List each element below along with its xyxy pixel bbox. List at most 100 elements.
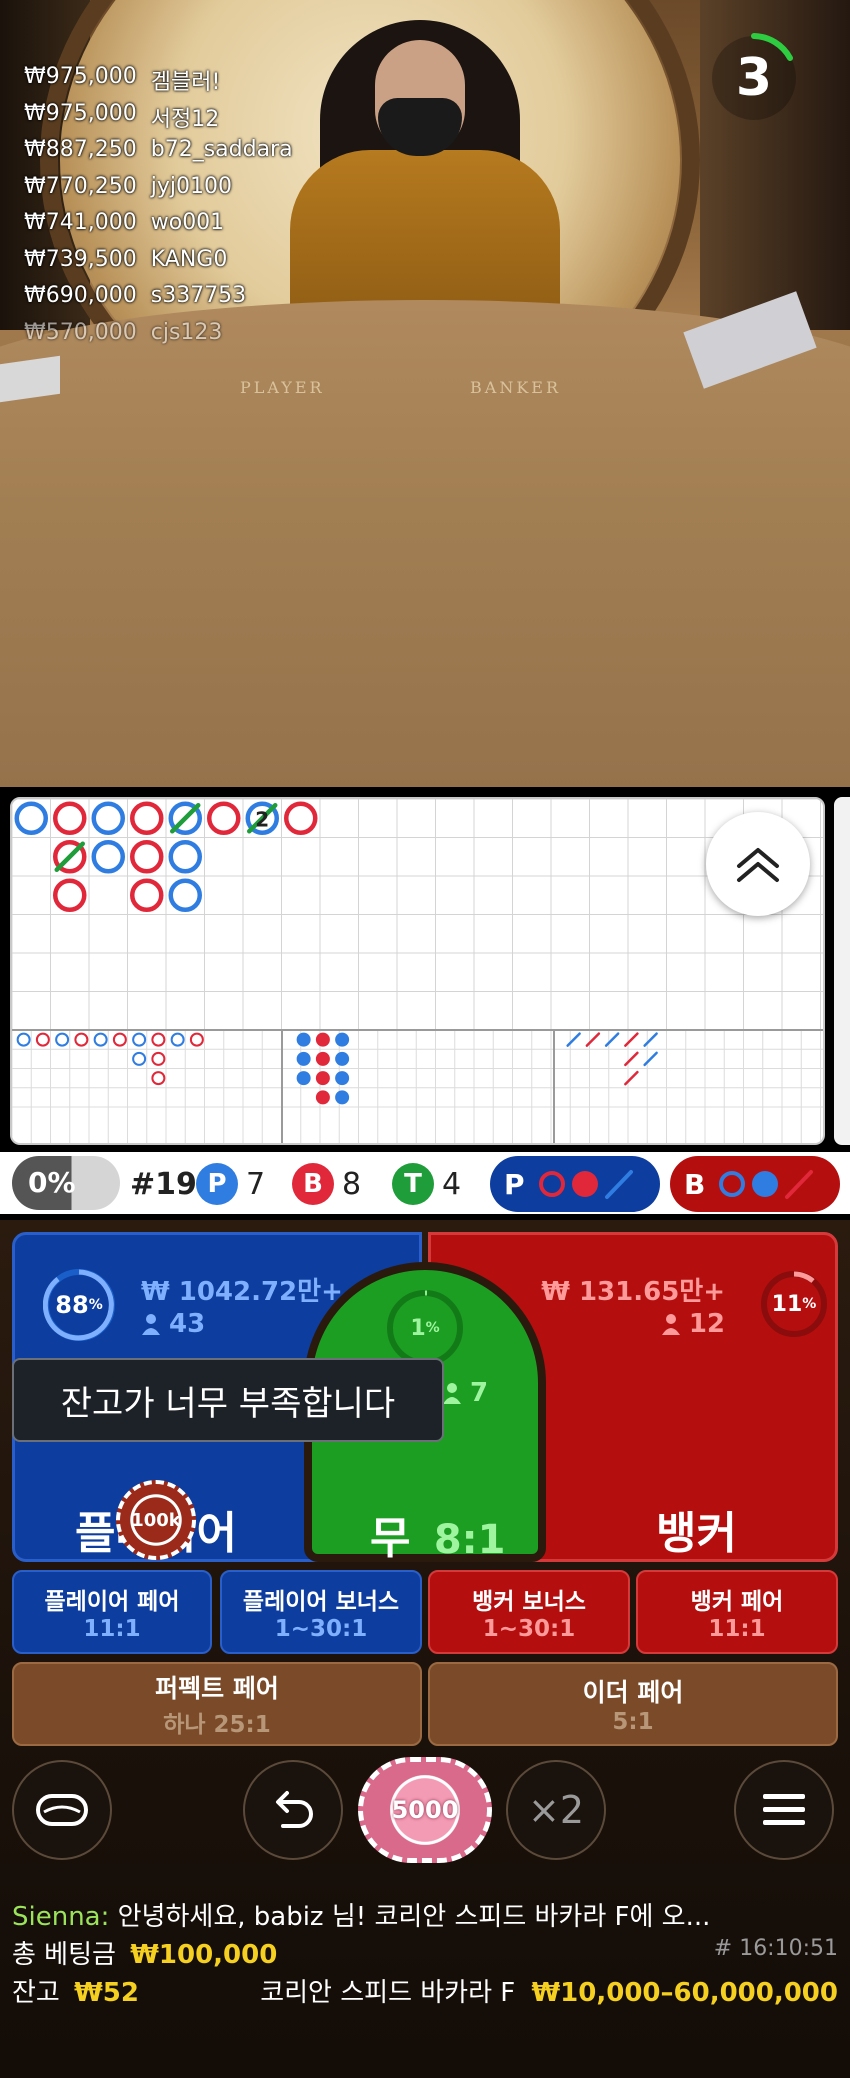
player-count-stat: P 7 — [196, 1162, 265, 1206]
banker-mark — [53, 801, 87, 835]
predict-icons — [719, 1170, 814, 1199]
person-icon — [443, 1383, 461, 1404]
winner-row: ₩739,500 KANG0 — [24, 246, 228, 272]
roadmap-grid: 2 — [12, 799, 823, 1143]
player-mark — [91, 840, 125, 874]
player-bettors: 43 — [141, 1309, 205, 1339]
expand-roadmap-button[interactable] — [706, 812, 810, 916]
total-bet: 총 베팅금 ₩100,000 — [12, 1940, 278, 1970]
percent-arc-icon — [424, 1290, 428, 1296]
big-eye-mark — [132, 1032, 147, 1047]
table-label-player: PLAYER — [240, 378, 325, 397]
player-count: 7 — [246, 1166, 266, 1202]
roadmap-next-panel[interactable] — [834, 797, 850, 1145]
tie-count-stat: T 4 — [392, 1162, 461, 1206]
total-bet-value: ₩100,000 — [130, 1940, 278, 1970]
big-eye-mark — [93, 1032, 108, 1047]
player-predict-button[interactable]: P — [490, 1156, 660, 1212]
countdown-number: 3 — [735, 48, 773, 108]
chat-message: 안녕하세요, babiz 님! 코리안 스피드 바카라 F에 오... — [117, 1902, 711, 1932]
banker-mark — [130, 840, 164, 874]
percent-arc-icon — [43, 1269, 114, 1341]
table-info: 코리안 스피드 바카라 F ₩10,000–60,000,000 — [260, 1972, 838, 2009]
balance-value: ₩52 — [74, 1978, 139, 2008]
banker-mark — [130, 878, 164, 912]
big-eye-mark — [112, 1032, 127, 1047]
small-road-mark — [296, 1051, 311, 1066]
winner-row: ₩887,250 b72_saddara — [24, 137, 293, 162]
big-eye-mark — [16, 1032, 31, 1047]
placed-chip[interactable]: 100k — [116, 1480, 196, 1560]
cockroach-mark — [624, 1070, 639, 1086]
winner-row: ₩975,000 겜블러! — [24, 64, 221, 95]
countdown-timer: 3 — [706, 30, 802, 126]
player-bonus-bet[interactable]: 플레이어 보너스 1~30:1 — [220, 1570, 422, 1654]
big-eye-mark — [170, 1032, 185, 1047]
win-percentage-toggle[interactable]: 0% — [12, 1156, 120, 1210]
person-icon — [661, 1314, 680, 1335]
banker-count-stat: B 8 — [292, 1162, 361, 1206]
balance: 잔고 ₩52 — [12, 1978, 139, 2008]
table-label-banker: BANKER — [470, 378, 561, 397]
banker-total-bet: ₩ 131.65만+ — [541, 1277, 725, 1307]
bet-limits: ₩10,000–60,000,000 — [531, 1978, 839, 2008]
live-video: PLAYER BANKER ₩975,000 겜블러! ₩975,000 서정12 … — [0, 0, 850, 787]
small-road-mark — [315, 1032, 330, 1047]
player-mark — [168, 878, 202, 912]
percent-arc-icon — [793, 1271, 815, 1284]
chip-selector[interactable]: 5000 — [358, 1757, 492, 1863]
tie-label: 무 8:1 — [370, 1513, 506, 1564]
table-icon — [36, 1794, 88, 1826]
small-road-mark — [335, 1090, 350, 1105]
small-road-mark — [335, 1051, 350, 1066]
lobby-button[interactable] — [12, 1760, 112, 1860]
double-button[interactable]: ×2 — [506, 1760, 606, 1860]
tie-count: 4 — [442, 1166, 462, 1202]
small-road-mark — [296, 1032, 311, 1047]
banker-predict-label: B — [684, 1167, 706, 1201]
big-eye-mark — [35, 1032, 50, 1047]
double-chevron-up-icon — [737, 848, 779, 882]
cockroach-mark — [643, 1051, 658, 1067]
player-mark — [168, 840, 202, 874]
menu-button[interactable] — [734, 1760, 834, 1860]
either-pair-bet[interactable]: 이더 페어 5:1 — [428, 1662, 838, 1746]
tie-bettors: 7 — [442, 1378, 488, 1408]
winners-list: ₩975,000 겜블러! ₩975,000 서정12 ₩887,250 b72_sa… — [24, 64, 293, 356]
big-eye-mark — [151, 1071, 166, 1086]
cockroach-mark — [585, 1032, 601, 1047]
big-eye-mark — [132, 1051, 147, 1066]
winner-row: ₩770,250 jyj0100 — [24, 173, 232, 199]
small-road-mark — [296, 1071, 311, 1086]
big-eye-mark — [189, 1032, 204, 1047]
banker-predict-button[interactable]: B — [670, 1156, 840, 1212]
tie-odds: 8:1 — [433, 1517, 506, 1563]
small-road-mark — [315, 1090, 330, 1105]
hamburger-icon — [763, 1794, 805, 1825]
cockroach-mark — [604, 1032, 620, 1047]
table-name: 코리안 스피드 바카라 F — [260, 1978, 516, 2008]
banker-bonus-bet[interactable]: 뱅커 보너스 1~30:1 — [428, 1570, 630, 1654]
scoreboard-roadmap[interactable]: 2 — [10, 797, 825, 1145]
big-eye-mark — [55, 1032, 70, 1047]
banker-pair-bet[interactable]: 뱅커 페어 11:1 — [636, 1570, 838, 1654]
banker-count: 8 — [342, 1166, 362, 1202]
banker-mark — [207, 801, 241, 835]
winner-row: ₩570,000 cjs123 — [24, 319, 223, 345]
player-total-bet: ₩ 1042.72만+ — [141, 1277, 343, 1307]
undo-button[interactable] — [243, 1760, 343, 1860]
predict-icons — [538, 1170, 633, 1199]
player-badge: P — [196, 1163, 238, 1205]
chat-user: Sienna: — [12, 1902, 110, 1932]
round-number: #19 — [130, 1166, 197, 1202]
small-road-mark — [335, 1032, 350, 1047]
big-eye-mark — [74, 1032, 89, 1047]
chat-line[interactable]: Sienna: 안녕하세요, babiz 님! 코리안 스피드 바카라 F에 오… — [12, 1896, 710, 1933]
player-predict-label: P — [504, 1167, 525, 1201]
perfect-pair-bet[interactable]: 퍼펙트 페어 하나 25:1 — [12, 1662, 422, 1746]
player-pair-bet[interactable]: 플레이어 페어 11:1 — [12, 1570, 212, 1654]
banker-percent-ring: 11% — [761, 1271, 827, 1337]
tie-percent-ring: 1% — [387, 1290, 463, 1366]
banker-bettors: 12 — [661, 1309, 725, 1339]
banker-label: 뱅커 — [656, 1508, 737, 1559]
